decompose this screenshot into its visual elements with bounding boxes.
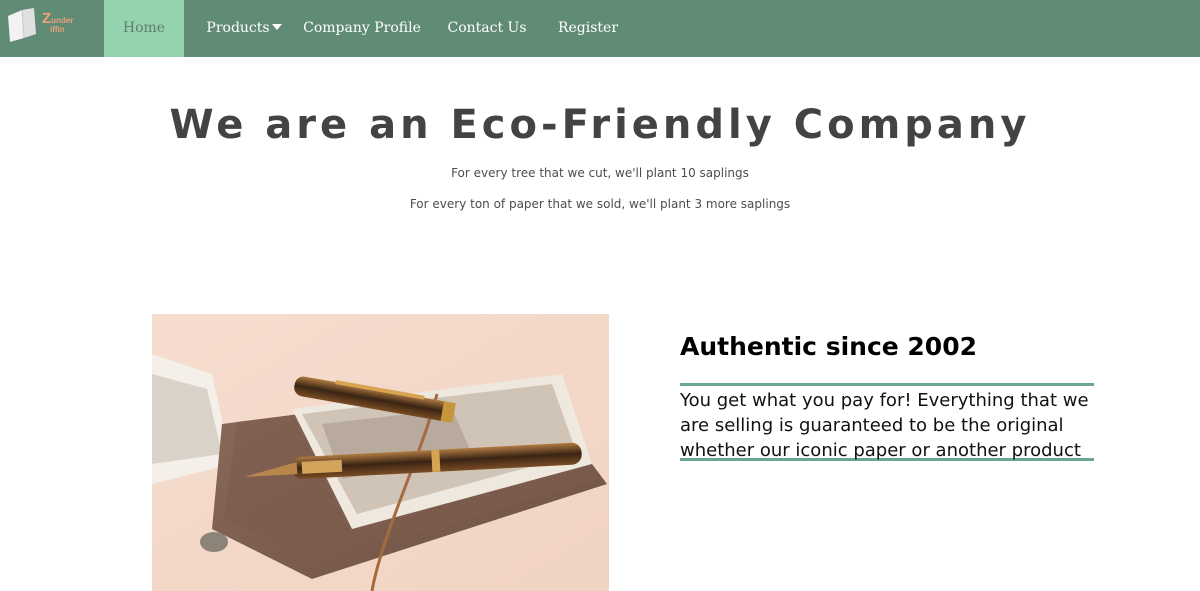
top-navbar: Zunder iffin Home Products Company Profi… bbox=[0, 0, 1200, 57]
nav-contact-us-label: Contact Us bbox=[447, 20, 527, 36]
feature-title: Authentic since 2002 bbox=[680, 332, 977, 361]
nav-register[interactable]: Register bbox=[552, 0, 624, 57]
hero-subtitle-1: For every tree that we cut, we'll plant … bbox=[451, 166, 749, 180]
nav-register-label: Register bbox=[557, 20, 619, 36]
nav-home-label: Home bbox=[122, 20, 166, 36]
logo-wordmark: Zunder iffin bbox=[42, 10, 74, 34]
nav-products[interactable]: Products bbox=[202, 0, 286, 57]
nav-company-profile-label: Company Profile bbox=[303, 20, 421, 36]
feature-box: You get what you pay for! Everything tha… bbox=[680, 383, 1094, 461]
fountain-pen-notebook-photo-icon bbox=[152, 314, 609, 591]
nav-company-profile[interactable]: Company Profile bbox=[300, 0, 424, 57]
feature-text: You get what you pay for! Everything tha… bbox=[680, 390, 1089, 461]
hero-subtitle-2: For every ton of paper that we sold, we'… bbox=[409, 197, 791, 211]
nav-contact-us[interactable]: Contact Us bbox=[440, 0, 534, 57]
page-title: We are an Eco-Friendly Company bbox=[169, 102, 1031, 148]
brand-logo[interactable]: Zunder iffin bbox=[6, 6, 78, 42]
nav-home[interactable]: Home bbox=[104, 0, 184, 57]
product-photo bbox=[152, 314, 609, 591]
book-icon bbox=[8, 8, 36, 42]
nav-products-label: Products bbox=[206, 20, 270, 36]
caret-down-icon bbox=[271, 24, 282, 30]
